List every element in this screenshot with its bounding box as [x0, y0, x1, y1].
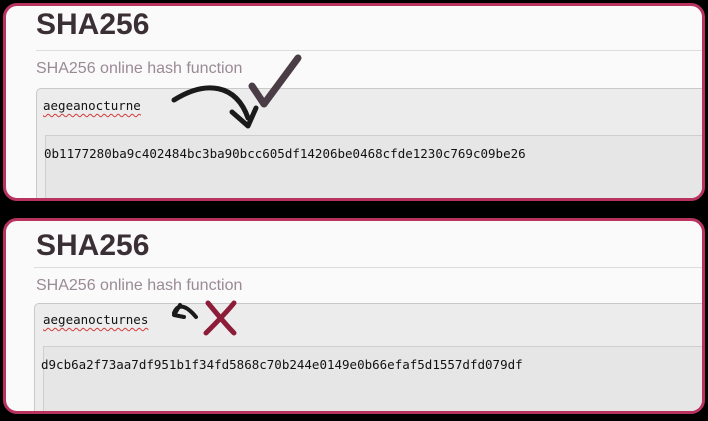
input-text: aegeanocturne	[43, 98, 141, 113]
input-textarea[interactable]: aegeanocturne 0b1177280ba9c402484bc3ba90…	[36, 88, 702, 198]
output-textarea[interactable]: d9cb6a2f73aa7df951b1f34fd5868c70b244e014…	[41, 346, 702, 411]
output-textarea[interactable]: 0b1177280ba9c402484bc3ba90bcc605df14206b…	[44, 135, 702, 198]
hash-example-correct: SHA256 SHA256 online hash function aegea…	[3, 3, 705, 201]
hash-output: d9cb6a2f73aa7df951b1f34fd5868c70b244e014…	[41, 357, 523, 372]
x-mark-icon	[203, 300, 237, 336]
page-title: SHA256	[36, 229, 150, 262]
divider	[34, 267, 702, 268]
input-text: aegeanocturnes	[43, 312, 149, 327]
check-mark-icon	[248, 54, 302, 108]
hash-example-incorrect: SHA256 SHA256 online hash function aegea…	[3, 218, 705, 414]
divider	[36, 50, 702, 51]
page-title: SHA256	[36, 8, 150, 41]
hash-output: 0b1177280ba9c402484bc3ba90bcc605df14206b…	[44, 146, 526, 161]
page-subtitle: SHA256 online hash function	[36, 277, 243, 294]
page-subtitle: SHA256 online hash function	[36, 60, 243, 77]
input-textarea[interactable]: aegeanocturnes d9cb6a2f73aa7df951b1f34fd…	[34, 303, 702, 411]
